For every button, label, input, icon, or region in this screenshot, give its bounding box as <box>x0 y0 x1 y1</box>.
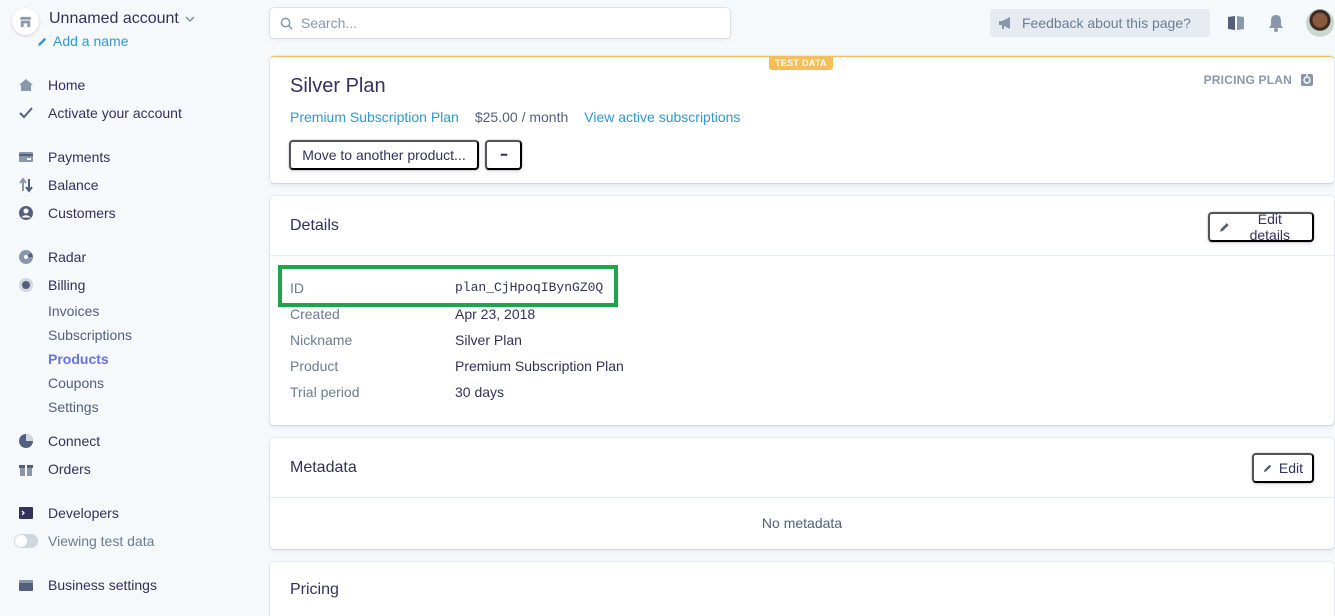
home-icon <box>18 77 34 93</box>
sidebar-item-label: Payments <box>48 149 111 165</box>
sidebar: Unnamed account Add a name Home Activate… <box>0 0 256 616</box>
no-metadata-text: No metadata <box>761 515 843 531</box>
balance-icon <box>18 177 34 193</box>
sidebar-item-products[interactable]: Products <box>48 349 109 369</box>
details-title: Details <box>290 217 339 234</box>
sidebar-item-coupons[interactable]: Coupons <box>48 373 104 393</box>
plan-type-text: PRICING PLAN <box>1203 73 1292 87</box>
connect-icon <box>18 433 34 449</box>
product-link[interactable]: Premium Subscription Plan <box>290 109 459 125</box>
sidebar-item-customers[interactable]: Customers <box>18 203 116 223</box>
view-subscriptions-link[interactable]: View active subscriptions <box>584 109 740 125</box>
sidebar-item-orders[interactable]: Orders <box>18 459 91 479</box>
sidebar-item-billing[interactable]: Billing <box>18 275 85 295</box>
pricing-plan-icon <box>1301 74 1313 86</box>
pencil-icon <box>1263 464 1272 473</box>
detail-key: Nickname <box>290 332 353 348</box>
customer-icon <box>18 205 34 221</box>
detail-key: Trial period <box>290 384 360 400</box>
sidebar-item-balance[interactable]: Balance <box>18 175 99 195</box>
sidebar-item-label: Balance <box>48 177 99 193</box>
sidebar-item-label: Activate your account <box>48 105 182 121</box>
add-name-link[interactable]: Add a name <box>37 31 195 51</box>
plan-type-label: PRICING PLAN <box>1204 73 1314 87</box>
sidebar-item-label: Orders <box>48 461 91 477</box>
pencil-icon <box>1219 223 1229 232</box>
more-actions-button[interactable]: ••• <box>485 140 522 170</box>
pencil-icon <box>37 37 47 46</box>
pricing-title: Pricing <box>290 581 339 598</box>
feedback-label: Feedback about this page? <box>1022 15 1191 31</box>
sidebar-item-label: Viewing test data <box>48 533 155 549</box>
detail-key: Product <box>290 358 339 374</box>
pricing-card: Pricing <box>270 562 1334 616</box>
divider <box>270 255 1334 256</box>
edit-details-button[interactable]: Edit details <box>1208 211 1314 243</box>
account-name-label: Unnamed account <box>49 10 179 27</box>
sidebar-item-label: Developers <box>48 505 119 521</box>
detail-key: Created <box>290 306 340 322</box>
detail-value: Premium Subscription Plan <box>455 358 624 374</box>
sidebar-item-home[interactable]: Home <box>18 75 85 95</box>
detail-row-trial: Trial period 30 days <box>290 382 504 402</box>
sidebar-item-label: Connect <box>48 433 101 449</box>
details-card: Details Edit details ID plan_CjHpoqIBynG… <box>270 196 1334 425</box>
sidebar-item-radar[interactable]: Radar <box>18 247 86 267</box>
detail-row-product: Product Premium Subscription Plan <box>290 356 624 376</box>
payments-icon <box>18 149 34 165</box>
account-switcher[interactable]: Unnamed account Add a name <box>12 8 195 51</box>
billing-icon <box>18 277 34 293</box>
terminal-icon <box>18 505 34 521</box>
search-icon <box>280 17 293 30</box>
chevron-down-icon <box>185 16 195 23</box>
sidebar-item-developers[interactable]: Developers <box>18 503 119 523</box>
sidebar-item-label: Customers <box>48 205 116 221</box>
bell-icon[interactable] <box>1267 14 1285 32</box>
add-name-label: Add a name <box>53 33 129 49</box>
edit-metadata-label: Edit <box>1278 460 1303 476</box>
sidebar-item-invoices[interactable]: Invoices <box>48 301 99 321</box>
search-input[interactable] <box>301 15 701 31</box>
check-icon <box>18 105 34 121</box>
toggle-switch[interactable] <box>14 534 38 548</box>
detail-value: 30 days <box>455 384 505 400</box>
detail-row-created: Created Apr 23, 2018 <box>290 304 535 324</box>
sidebar-item-label: Radar <box>48 249 87 265</box>
sidebar-item-settings[interactable]: Settings <box>48 397 99 417</box>
sidebar-item-connect[interactable]: Connect <box>18 431 100 451</box>
business-settings-icon <box>18 577 34 593</box>
metadata-card: Metadata Edit No metadata <box>270 438 1334 549</box>
user-avatar[interactable] <box>1306 9 1334 37</box>
sidebar-item-business-settings[interactable]: Business settings <box>18 575 157 595</box>
detail-value: Apr 23, 2018 <box>455 306 536 322</box>
account-name[interactable]: Unnamed account <box>49 8 195 30</box>
page-title: Silver Plan <box>290 75 386 97</box>
sidebar-item-subscriptions[interactable]: Subscriptions <box>48 325 132 345</box>
detail-value: Silver Plan <box>455 332 522 348</box>
detail-row-nickname: Nickname Silver Plan <box>290 330 522 350</box>
id-highlight-box <box>278 265 618 307</box>
sidebar-item-label: Home <box>48 77 86 93</box>
test-data-toggle[interactable]: Viewing test data <box>14 531 155 551</box>
sidebar-item-label: Billing <box>48 277 86 293</box>
plan-price: $25.00 / month <box>474 109 569 125</box>
plan-meta: Premium Subscription Plan $25.00 / month… <box>290 109 740 125</box>
search-bar[interactable] <box>270 8 730 38</box>
move-product-button[interactable]: Move to another product... <box>289 140 479 170</box>
sidebar-item-activate[interactable]: Activate your account <box>18 103 182 123</box>
plan-header-card: TEST DATA Silver Plan PRICING PLAN Premi… <box>270 56 1334 183</box>
metadata-title: Metadata <box>290 459 357 476</box>
megaphone-icon <box>999 17 1010 29</box>
radar-icon <box>18 249 34 265</box>
edit-details-label: Edit details <box>1249 211 1291 243</box>
divider <box>270 497 1334 498</box>
account-logo-icon <box>12 8 39 35</box>
docs-book-icon[interactable] <box>1227 14 1245 32</box>
sidebar-item-label: Business settings <box>48 577 157 593</box>
orders-icon <box>18 461 34 477</box>
sidebar-item-payments[interactable]: Payments <box>18 147 110 167</box>
test-data-badge: TEST DATA <box>769 56 833 70</box>
edit-metadata-button[interactable]: Edit <box>1252 453 1314 483</box>
feedback-button[interactable]: Feedback about this page? <box>990 9 1210 37</box>
